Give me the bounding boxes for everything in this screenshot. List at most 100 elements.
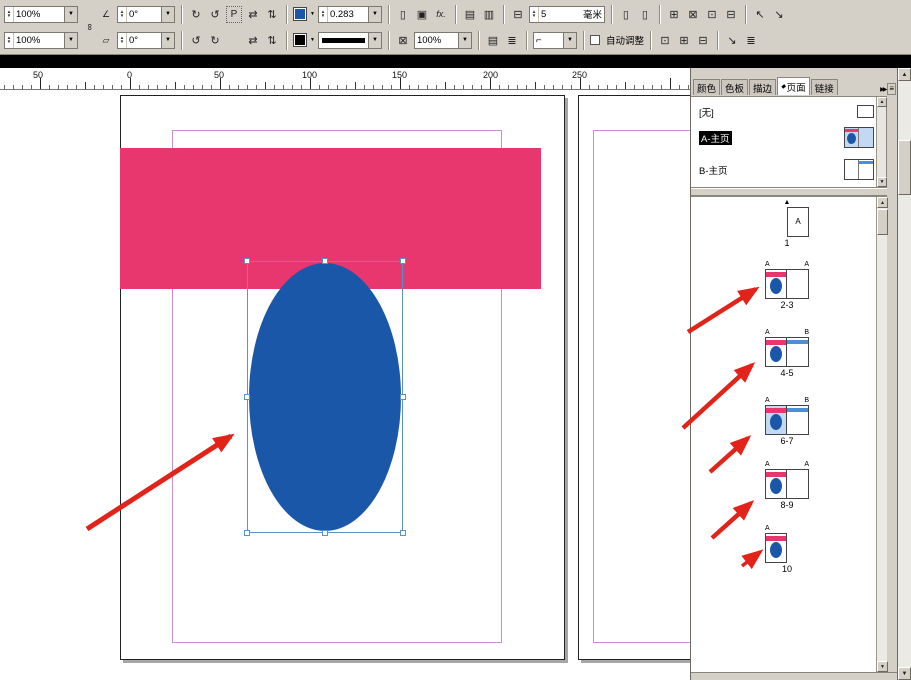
rotate-ccw-icon[interactable]: ↺	[207, 6, 223, 23]
scale-y-combo[interactable]: ▲▼ 100% ▼	[4, 32, 78, 49]
selection-handle-w[interactable]	[244, 394, 250, 400]
scroll-down-icon[interactable]: ▼	[898, 667, 911, 680]
selection-handle-s[interactable]	[322, 530, 328, 536]
page-number[interactable]: 6-7	[763, 436, 811, 446]
swatch-dropdown-icon[interactable]: ▼	[310, 37, 315, 43]
master-b-label[interactable]: B-主页	[699, 163, 728, 177]
scale-y-value[interactable]: 100%	[14, 35, 64, 46]
spinner-down-icon[interactable]: ▼	[7, 14, 11, 18]
frame-grid-icon-2[interactable]: ⊞	[676, 32, 692, 49]
wrap-offset-value[interactable]: 5	[539, 9, 581, 20]
stroke-style-combo[interactable]: ▼	[318, 32, 382, 49]
spinner-down-icon[interactable]: ▼	[321, 14, 325, 18]
container-icon[interactable]: ▯	[395, 6, 411, 23]
fit-frame-icon[interactable]: ⊠	[685, 6, 701, 23]
flip-horizontal-icon[interactable]: ⇄	[245, 6, 261, 23]
tab-links[interactable]: 链接	[811, 79, 838, 95]
center-content-icon[interactable]: ⊡	[704, 6, 720, 23]
spinner-icon[interactable]: ▲▼	[530, 7, 539, 22]
spinner-down-icon[interactable]: ▼	[532, 14, 536, 18]
master-none-label[interactable]: [无]	[699, 105, 714, 119]
rotate-cw-icon[interactable]: ↻	[188, 6, 204, 23]
selection-handle-nw[interactable]	[244, 258, 250, 264]
fill-color-swatch[interactable]	[293, 7, 307, 21]
scroll-up-icon[interactable]: ▲	[877, 197, 888, 208]
flip-vertical-icon-2[interactable]: ⇅	[264, 32, 280, 49]
spinner-icon[interactable]: ▲▼	[5, 33, 14, 48]
dropdown-arrow-icon[interactable]: ▼	[64, 33, 77, 48]
page-item-8-9[interactable]: AA 8-9	[763, 461, 811, 510]
distribute-lines-icon[interactable]: ≣	[743, 32, 759, 49]
frame-grid-icon[interactable]: ⊡	[657, 32, 673, 49]
master-a-label[interactable]: A-主页	[699, 131, 732, 145]
page-number[interactable]: 4-5	[763, 368, 811, 378]
expand-panel-icon[interactable]: ▶▶	[880, 86, 885, 93]
page-item-6-7[interactable]: AB 6-7	[763, 397, 811, 446]
tab-color[interactable]: 颜色	[693, 79, 720, 95]
opacity-icon[interactable]: ⊠	[395, 32, 411, 49]
selection-handle-e[interactable]	[400, 394, 406, 400]
page-item-1[interactable]: ▲ A 1	[763, 199, 811, 248]
dropdown-arrow-icon[interactable]: ▼	[64, 7, 77, 22]
align-panel-icon[interactable]: ▤	[485, 32, 501, 49]
rotation-combo[interactable]: ▲▼ 0° ▼	[117, 6, 175, 23]
master-row-none[interactable]: [无]	[691, 97, 886, 125]
spinner-icon[interactable]: ▲▼	[118, 33, 127, 48]
dropdown-arrow-icon[interactable]: ▼	[368, 33, 381, 48]
page-item-10[interactable]: A 10	[763, 525, 811, 574]
selection-handle-sw[interactable]	[244, 530, 250, 536]
page-icon-2[interactable]: ▯	[637, 6, 653, 23]
scroll-down-icon[interactable]: ▼	[877, 177, 887, 187]
corner-options-combo[interactable]: ⌐ ▼	[533, 32, 577, 49]
align-left-icon[interactable]: ↖	[752, 6, 768, 23]
dropdown-arrow-icon[interactable]: ▼	[458, 33, 471, 48]
spinner-down-icon[interactable]: ▼	[120, 14, 124, 18]
rotate-ccw-icon-2[interactable]: ↺	[188, 32, 204, 49]
fit-proportional-icon[interactable]: ⊟	[723, 6, 739, 23]
scroll-up-icon[interactable]: ▲	[898, 68, 911, 81]
master-a-thumbnail[interactable]	[844, 127, 874, 148]
spinner-icon[interactable]: ▲▼	[319, 7, 328, 22]
selection-handle-n[interactable]	[322, 258, 328, 264]
panel-splitter[interactable]	[691, 188, 887, 196]
dropdown-arrow-icon[interactable]: ▼	[368, 7, 381, 22]
constrain-proportions-link-icon[interactable]: ∞	[81, 21, 99, 33]
frame-grid-icon-3[interactable]: ⊟	[695, 32, 711, 49]
master-row-a[interactable]: A-主页	[691, 123, 886, 151]
window-scrollbar-thumb[interactable]	[898, 140, 911, 195]
opacity-combo[interactable]: 100% ▼	[414, 32, 472, 49]
panel-menu-icon[interactable]: ≡	[887, 83, 896, 95]
spinner-down-icon[interactable]: ▼	[7, 40, 11, 44]
dropdown-arrow-icon[interactable]: ▼	[563, 33, 576, 48]
corner-shape-icon[interactable]: ⌐	[534, 35, 563, 46]
spinner-down-icon[interactable]: ▼	[120, 40, 124, 44]
scroll-up-icon[interactable]: ▲	[877, 97, 887, 107]
page-item-4-5[interactable]: AB 4-5	[763, 329, 811, 378]
page-item-2-3[interactable]: AA 2-3	[763, 261, 811, 310]
rotate-cw-icon-2[interactable]: ↻	[207, 32, 223, 49]
text-style-icon-2[interactable]: ▥	[481, 6, 497, 23]
flip-vertical-icon[interactable]: ⇅	[264, 6, 280, 23]
text-style-icon[interactable]: ▤	[462, 6, 478, 23]
tab-swatches[interactable]: 色板	[721, 79, 748, 95]
stroke-weight-value[interactable]: 0.283	[328, 9, 368, 20]
scale-x-value[interactable]: 100%	[14, 9, 64, 20]
stroke-color-swatch[interactable]	[293, 33, 307, 47]
flip-horizontal-icon-2[interactable]: ⇄	[245, 32, 261, 49]
window-vertical-scrollbar[interactable]: ▲ ▼	[897, 68, 911, 680]
wrap-offset-combo[interactable]: ▲▼ 5 毫米	[529, 6, 605, 23]
fit-content-icon[interactable]: ⊞	[666, 6, 682, 23]
master-none-thumbnail[interactable]	[857, 105, 874, 118]
opacity-value[interactable]: 100%	[415, 35, 458, 46]
spinner-icon[interactable]: ▲▼	[118, 7, 127, 22]
page-number[interactable]: 1	[763, 238, 811, 248]
shear-combo[interactable]: ▲▼ 0° ▼	[117, 32, 175, 49]
selection-bounding-box[interactable]	[247, 261, 403, 533]
swatch-dropdown-icon[interactable]: ▼	[310, 11, 315, 17]
master-row-b[interactable]: B-主页	[691, 155, 886, 183]
selection-handle-ne[interactable]	[400, 258, 406, 264]
align-bottom-icon[interactable]: ↘	[724, 32, 740, 49]
stroke-weight-combo[interactable]: ▲▼ 0.283 ▼	[318, 6, 382, 23]
effects-button[interactable]: fx.	[433, 6, 449, 23]
scrollbar-thumb[interactable]	[877, 209, 888, 235]
